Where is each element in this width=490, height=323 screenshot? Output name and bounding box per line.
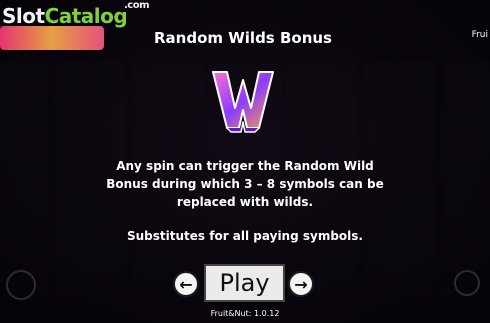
page-title: Random Wilds Bonus xyxy=(154,29,332,47)
substitutes-text: Substitutes for all paying symbols. xyxy=(127,229,363,243)
arrow-left-icon: ← xyxy=(179,274,193,294)
spin-button-background xyxy=(6,270,36,300)
play-button-label: Play xyxy=(219,269,270,297)
bonus-description: Any spin can trigger the Random Wild Bon… xyxy=(106,159,384,209)
prev-page-button[interactable]: ← xyxy=(173,271,199,297)
autoplay-button-background xyxy=(454,270,480,296)
game-logo xyxy=(0,26,104,50)
version-label: Fruit&Nut: 1.0.12 xyxy=(210,309,280,318)
watermark: SlotCatalog .com xyxy=(2,0,150,28)
play-button[interactable]: Play xyxy=(204,264,285,302)
game-name-label: Frui xyxy=(471,30,488,40)
arrow-right-icon: → xyxy=(294,274,308,294)
watermark-suffix: .com xyxy=(124,0,150,11)
wild-w-icon xyxy=(212,71,274,133)
watermark-part1: Slot xyxy=(2,4,45,28)
next-page-button[interactable]: → xyxy=(288,271,314,297)
watermark-part2: Catalog xyxy=(44,4,128,28)
